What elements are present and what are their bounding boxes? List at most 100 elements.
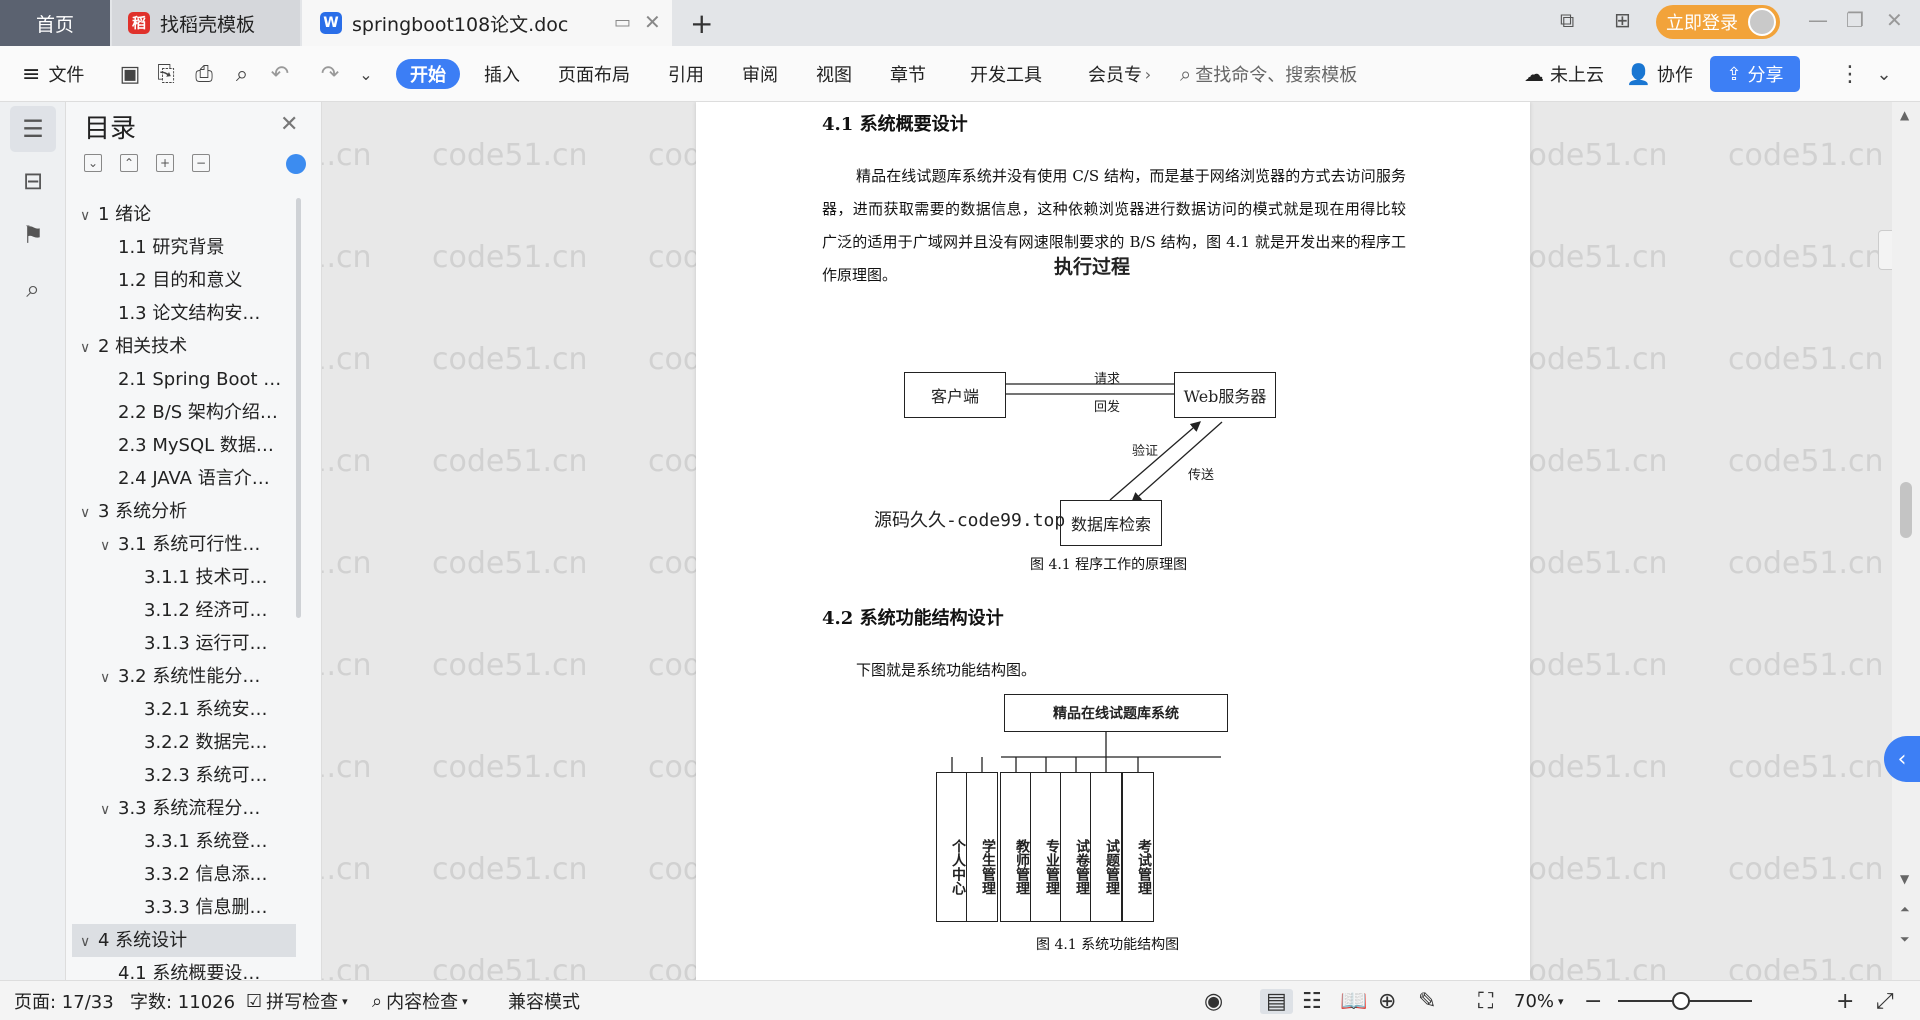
- toc-item[interactable]: 2.4 JAVA 语言介…: [72, 462, 296, 495]
- page-down-icon[interactable]: ⏷: [1900, 932, 1910, 947]
- page-indicator[interactable]: 页面: 17/33: [14, 981, 114, 1020]
- toc-item[interactable]: 3.2.3 系统可…: [72, 759, 296, 792]
- toc-item[interactable]: 4.1 系统概要设…: [72, 957, 296, 980]
- close-icon[interactable]: ✕: [280, 112, 298, 137]
- zoom-slider-knob[interactable]: [1672, 992, 1690, 1010]
- more-options-icon[interactable]: ⋮: [1836, 60, 1864, 88]
- toc-item[interactable]: ∨ 3 系统分析: [72, 495, 296, 528]
- zoom-in-icon[interactable]: +: [1836, 989, 1854, 1014]
- filter-icon[interactable]: ⊽: [1878, 230, 1892, 270]
- share-button[interactable]: ⇪ 分享: [1710, 56, 1800, 92]
- scroll-down-icon[interactable]: ▼: [1900, 872, 1909, 886]
- toc-scrollbar[interactable]: [296, 198, 301, 618]
- print-icon[interactable]: ⎙: [190, 60, 218, 88]
- tab-chapter[interactable]: 章节: [890, 46, 926, 102]
- remove-heading-icon[interactable]: −: [192, 154, 210, 172]
- float-window-icon[interactable]: ▭: [614, 12, 631, 33]
- toc-item[interactable]: 3.3.3 信息删…: [72, 891, 296, 924]
- tab-dev-tools[interactable]: 开发工具: [970, 46, 1042, 102]
- close-window-icon[interactable]: ✕: [1886, 8, 1903, 32]
- more-tabs-icon[interactable]: ›: [1134, 60, 1162, 88]
- toc-item[interactable]: 3.1.3 运行可…: [72, 627, 296, 660]
- zoom-out-icon[interactable]: −: [1584, 989, 1602, 1014]
- restore-icon[interactable]: ❐: [1846, 8, 1864, 32]
- chevron-down-icon[interactable]: ∨: [80, 332, 98, 363]
- print-preview-icon[interactable]: ⌕: [228, 60, 256, 88]
- page-view-icon[interactable]: ▤: [1260, 989, 1293, 1014]
- chevron-down-icon[interactable]: ∨: [100, 794, 118, 825]
- tab-reference[interactable]: 引用: [668, 46, 704, 102]
- collapse-ribbon-icon[interactable]: ⌄: [1870, 60, 1898, 88]
- web-view-icon[interactable]: ⊕: [1378, 989, 1396, 1014]
- undo-icon[interactable]: ↶: [266, 60, 294, 88]
- tab-home[interactable]: 首页: [0, 0, 110, 46]
- file-menu[interactable]: ≡ 文件: [22, 46, 84, 102]
- tab-template[interactable]: 稻 找稻壳模板: [112, 0, 300, 46]
- toc-item[interactable]: 1.1 研究背景: [72, 231, 296, 264]
- toc-item[interactable]: 3.1.2 经济可…: [72, 594, 296, 627]
- eye-protection-icon[interactable]: ◉: [1204, 989, 1223, 1014]
- chapter-nav-icon[interactable]: ⊟: [10, 158, 56, 204]
- word-count[interactable]: 字数: 11026: [130, 981, 235, 1020]
- chevron-down-icon[interactable]: ∨: [100, 530, 118, 561]
- minimize-icon[interactable]: —: [1808, 8, 1828, 32]
- toc-item[interactable]: 2.2 B/S 架构介绍…: [72, 396, 296, 429]
- fit-page-icon[interactable]: ⛶: [1478, 989, 1493, 1014]
- command-search[interactable]: ⌕ 查找命令、搜索模板: [1180, 56, 1480, 92]
- tab-start[interactable]: 开始: [396, 59, 460, 89]
- scroll-thumb[interactable]: [1900, 482, 1912, 538]
- page-up-icon[interactable]: ⏶: [1900, 902, 1910, 917]
- toc-item[interactable]: ∨ 1 绪论: [72, 198, 296, 231]
- customize-toolbar-icon[interactable]: ⌄: [352, 60, 380, 88]
- toc-icon[interactable]: ☰: [10, 106, 56, 152]
- zoom-level[interactable]: 70% ▾: [1514, 981, 1564, 1020]
- login-button[interactable]: 立即登录: [1656, 5, 1780, 39]
- outline-view-icon[interactable]: ☷: [1302, 989, 1322, 1014]
- chevron-down-icon[interactable]: ∨: [100, 662, 118, 693]
- toc-item[interactable]: ∨ 4 系统设计: [72, 924, 296, 957]
- content-check-button[interactable]: ⌕ 内容检查 ▾: [372, 981, 468, 1020]
- toc-item[interactable]: 2.3 MySQL 数据…: [72, 429, 296, 462]
- toc-item[interactable]: ∨ 2 相关技术: [72, 330, 296, 363]
- redo-icon[interactable]: ↷: [316, 60, 344, 88]
- tab-document[interactable]: W springboot108论文.doc ▭ ✕: [302, 0, 672, 46]
- tab-insert[interactable]: 插入: [484, 46, 520, 102]
- chevron-down-icon[interactable]: ∨: [80, 926, 98, 957]
- toc-item[interactable]: ∨ 3.1 系统可行性…: [72, 528, 296, 561]
- collaborate-button[interactable]: 👤 协作: [1626, 46, 1693, 102]
- add-heading-icon[interactable]: +: [156, 154, 174, 172]
- toc-item[interactable]: 3.2.1 系统安…: [72, 693, 296, 726]
- fullscreen-icon[interactable]: ⤢: [1876, 989, 1894, 1014]
- toc-item[interactable]: 3.3.1 系统登…: [72, 825, 296, 858]
- toc-item[interactable]: 3.2.2 数据完…: [72, 726, 296, 759]
- chevron-down-icon[interactable]: ∨: [80, 497, 98, 528]
- expand-down-icon[interactable]: ⌄: [84, 154, 102, 172]
- tab-page-layout[interactable]: 页面布局: [558, 46, 630, 102]
- smart-toc-icon[interactable]: [286, 154, 306, 174]
- spell-check-button[interactable]: ☑ 拼写检查 ▾: [246, 981, 348, 1020]
- toc-item[interactable]: 3.3.2 信息添…: [72, 858, 296, 891]
- new-tab-button[interactable]: +: [690, 0, 720, 46]
- chevron-down-icon[interactable]: ∨: [80, 200, 98, 231]
- write-mode-icon[interactable]: ✎: [1418, 989, 1436, 1014]
- toc-item[interactable]: 1.2 目的和意义: [72, 264, 296, 297]
- export-icon[interactable]: ⎘: [152, 60, 180, 88]
- find-icon[interactable]: ⌕: [10, 266, 56, 312]
- toc-item[interactable]: 2.1 Spring Boot …: [72, 363, 296, 396]
- toc-item[interactable]: ∨ 3.3 系统流程分…: [72, 792, 296, 825]
- layout-icon[interactable]: ⧉: [1560, 8, 1574, 32]
- toc-item[interactable]: ∨ 3.2 系统性能分…: [72, 660, 296, 693]
- reading-view-icon[interactable]: 📖: [1340, 989, 1367, 1014]
- toc-item[interactable]: 3.1.1 技术可…: [72, 561, 296, 594]
- vertical-scrollbar[interactable]: ▲ ▼ ⏶ ⏷: [1892, 102, 1920, 980]
- cloud-status-button[interactable]: ☁ 未上云: [1524, 46, 1604, 102]
- toc-item[interactable]: 1.3 论文结构安…: [72, 297, 296, 330]
- collapse-up-icon[interactable]: ⌃: [120, 154, 138, 172]
- scroll-up-icon[interactable]: ▲: [1900, 108, 1909, 122]
- save-icon[interactable]: ▣: [116, 60, 144, 88]
- tab-view[interactable]: 视图: [816, 46, 852, 102]
- document-page[interactable]: 4.1 系统概要设计 精品在线试题库系统并没有使用 C/S 结构，而是基于网络浏…: [696, 102, 1530, 980]
- grid-apps-icon[interactable]: ⊞: [1614, 8, 1631, 32]
- bookmark-icon[interactable]: ⚑: [10, 212, 56, 258]
- close-tab-icon[interactable]: ✕: [644, 10, 661, 34]
